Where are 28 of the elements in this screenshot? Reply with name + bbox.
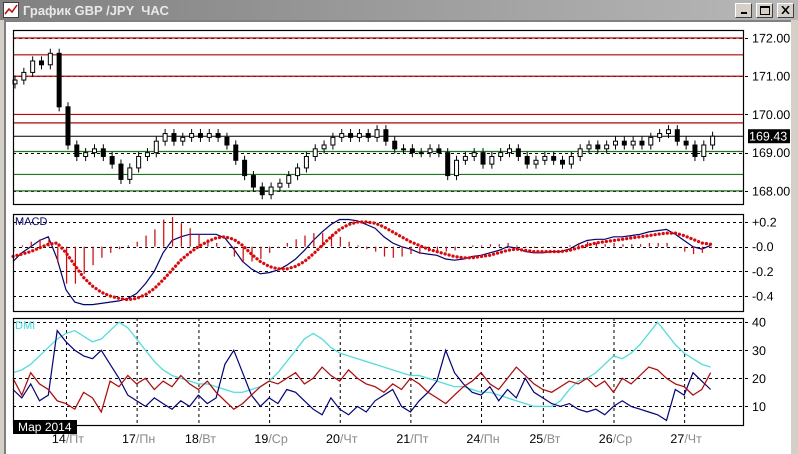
date-label: 21/Пт [396, 432, 428, 446]
date-label: 18/Вт [184, 432, 216, 446]
indicator-title: MACD [15, 216, 48, 228]
axis-label: 171.00 [752, 70, 790, 84]
axis-label: 169.00 [752, 146, 790, 160]
axis-label: 30 [752, 344, 766, 358]
axis-label: -0.4 [752, 289, 774, 304]
axis-label: -0.2 [752, 264, 774, 279]
period-label: Мар 2014 [13, 420, 77, 434]
date-label: 25/Вт [529, 432, 560, 446]
date-label: 26/Ср [598, 432, 632, 446]
date-label: 20/Чт [326, 432, 358, 446]
axis-label: 170.00 [752, 108, 790, 122]
date-label: 19/Ср [254, 432, 288, 446]
axis-label: 40 [752, 316, 766, 330]
date-label: 14/Пт [52, 432, 84, 446]
date-label: 17/Пн [122, 432, 156, 446]
axis-label: -0.0 [752, 240, 774, 254]
axis-label: 172.00 [752, 32, 790, 46]
date-label: 24/Пн [466, 432, 500, 446]
axis-label: +0.2 [752, 216, 777, 230]
last-price-label: 169.43 [748, 129, 790, 144]
axis-label: 10 [752, 400, 766, 414]
axis-label: 20 [752, 372, 766, 386]
date-label: 27/Чт [670, 432, 702, 446]
window-title: График GBP /JPY ЧАС [23, 2, 170, 18]
axis-label: 168.00 [752, 184, 790, 198]
indicator-title: DMI [15, 320, 36, 332]
